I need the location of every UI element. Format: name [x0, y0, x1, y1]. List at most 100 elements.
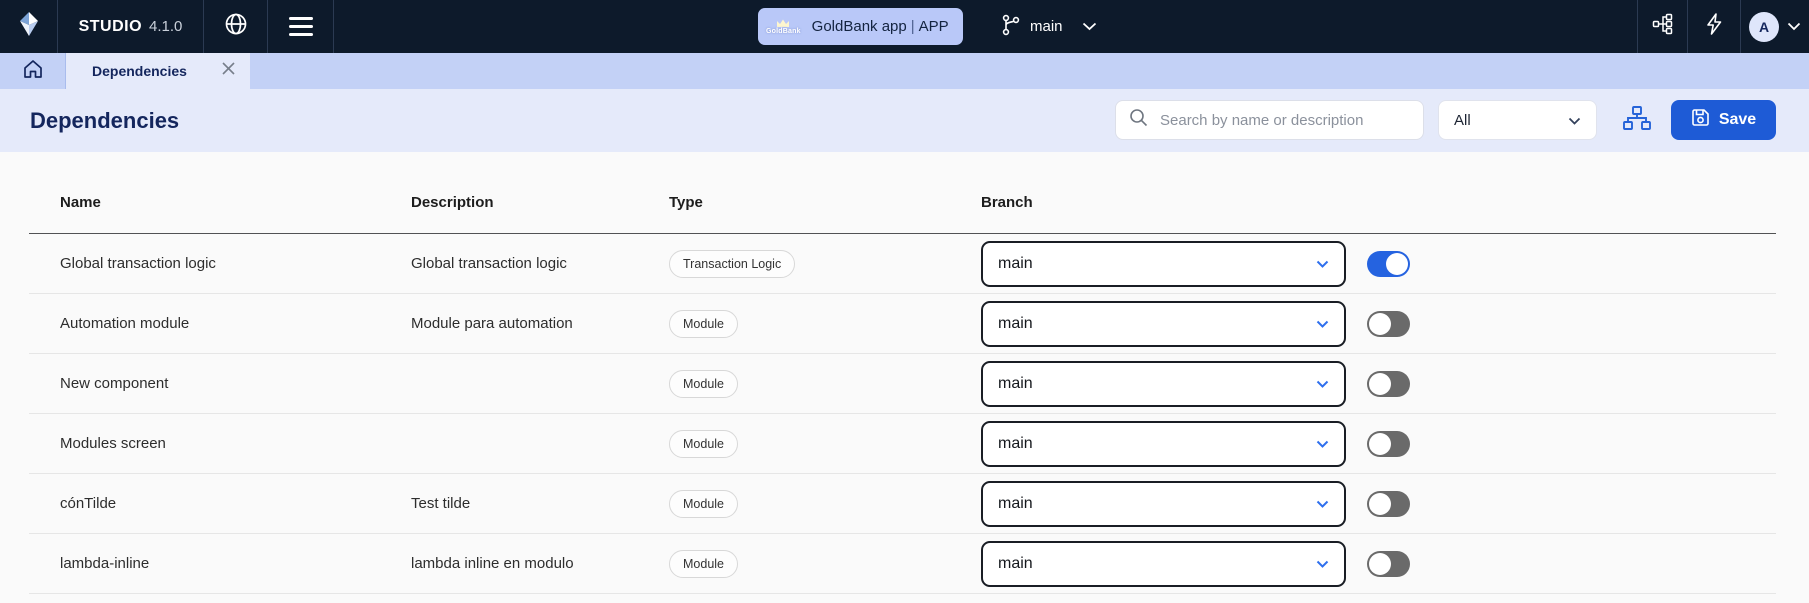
branch-dropdown[interactable]: main	[981, 421, 1346, 467]
home-tab[interactable]	[0, 53, 66, 89]
branch-dropdown[interactable]: main	[981, 481, 1346, 527]
branch-selector[interactable]: main	[1001, 0, 1097, 53]
toggle-knob	[1386, 253, 1408, 275]
dependency-name: lambda-inline	[29, 555, 411, 572]
table-body: Global transaction logic Global transact…	[29, 234, 1776, 594]
toggle-knob	[1369, 553, 1391, 575]
branch-selected-value: main	[998, 495, 1033, 513]
git-branch-icon	[1001, 14, 1021, 40]
column-header-type: Type	[669, 194, 981, 211]
enabled-toggle[interactable]	[1367, 251, 1410, 277]
product-version: 4.1.0	[149, 18, 182, 35]
search-input[interactable]	[1158, 111, 1410, 130]
chevron-down-icon	[1316, 555, 1329, 573]
toggle-knob	[1369, 313, 1391, 335]
branch-dropdown[interactable]: main	[981, 361, 1346, 407]
tab-dependencies[interactable]: Dependencies	[66, 53, 250, 89]
branch-selected-value: main	[998, 435, 1033, 453]
tab-label: Dependencies	[92, 63, 221, 79]
branch-dropdown[interactable]: main	[981, 241, 1346, 287]
dependencies-panel: Name Description Type Branch Global tran…	[0, 152, 1809, 603]
dependency-name: Automation module	[29, 315, 411, 332]
lightning-bolt-icon	[1704, 12, 1724, 41]
branch-dropdown[interactable]: main	[981, 301, 1346, 347]
dependency-name: New component	[29, 375, 411, 392]
chevron-down-icon	[1316, 375, 1329, 393]
goldbank-logo: GoldBank	[766, 19, 801, 35]
branch-selected-value: main	[998, 375, 1033, 393]
chevron-down-icon	[1316, 435, 1329, 453]
current-app-badge[interactable]: GoldBank GoldBank app|APP	[758, 8, 963, 45]
table-row: New component Module main	[29, 354, 1776, 414]
branch-selected-value: main	[998, 255, 1033, 273]
page-toolbar: Dependencies All	[0, 89, 1809, 152]
brand-logo	[0, 0, 58, 53]
table-row: Global transaction logic Global transact…	[29, 234, 1776, 294]
enabled-toggle[interactable]	[1367, 311, 1410, 337]
save-label: Save	[1719, 111, 1756, 129]
chevron-down-icon	[1787, 18, 1801, 36]
enabled-toggle[interactable]	[1367, 431, 1410, 457]
table-header-row: Name Description Type Branch	[29, 152, 1776, 234]
main-menu-button[interactable]	[268, 0, 334, 53]
column-header-description: Description	[411, 194, 669, 211]
branch-selected-value: main	[998, 555, 1033, 573]
dependency-description: Test tilde	[411, 495, 669, 512]
table-row: cónTilde Test tilde Module main	[29, 474, 1776, 534]
type-badge: Module	[669, 370, 738, 398]
enabled-toggle[interactable]	[1367, 551, 1410, 577]
toggle-knob	[1369, 493, 1391, 515]
branch-selected-value: main	[998, 315, 1033, 333]
column-header-name: Name	[29, 194, 411, 211]
enabled-toggle[interactable]	[1367, 371, 1410, 397]
tab-bar: Dependencies	[0, 53, 1809, 89]
chevron-down-icon	[1316, 255, 1329, 273]
table-row: lambda-inline lambda inline en modulo Mo…	[29, 534, 1776, 594]
type-badge: Transaction Logic	[669, 250, 795, 278]
user-menu[interactable]: A	[1740, 0, 1809, 53]
hamburger-icon	[289, 17, 313, 36]
type-badge: Module	[669, 430, 738, 458]
dependency-name: cónTilde	[29, 495, 411, 512]
dependencies-table: Name Description Type Branch Global tran…	[29, 152, 1776, 594]
filter-selected-value: All	[1454, 112, 1471, 129]
toggle-knob	[1369, 373, 1391, 395]
save-button[interactable]: Save	[1671, 100, 1776, 140]
product-name: STUDIO	[79, 18, 142, 36]
sitemap-icon	[1622, 105, 1652, 136]
avatar: A	[1749, 12, 1779, 42]
dependency-name: Global transaction logic	[29, 255, 411, 272]
page-title: Dependencies	[30, 108, 179, 134]
chevron-down-icon	[1568, 112, 1581, 129]
top-navbar: STUDIO 4.1.0 GoldBank GoldBank app|APP	[0, 0, 1809, 53]
search-box[interactable]	[1115, 100, 1424, 140]
floppy-disk-icon	[1691, 108, 1710, 132]
dependency-tree-button[interactable]	[1618, 102, 1656, 138]
table-row: Automation module Module para automation…	[29, 294, 1776, 354]
home-icon	[22, 58, 44, 85]
search-icon	[1129, 108, 1148, 132]
table-row: Modules screen Module main	[29, 414, 1776, 474]
type-badge: Module	[669, 490, 738, 518]
quick-actions-button[interactable]	[1687, 0, 1740, 53]
type-badge: Module	[669, 550, 738, 578]
globe-icon	[224, 12, 248, 41]
dependency-description: Global transaction logic	[411, 255, 669, 272]
chevron-down-icon	[1082, 22, 1097, 31]
type-badge: Module	[669, 310, 738, 338]
type-filter-dropdown[interactable]: All	[1438, 100, 1597, 140]
app-name-label: GoldBank app|APP	[812, 18, 949, 35]
toggle-knob	[1369, 433, 1391, 455]
column-header-branch: Branch	[981, 194, 1346, 211]
chevron-down-icon	[1316, 315, 1329, 333]
chevron-down-icon	[1316, 495, 1329, 513]
close-icon[interactable]	[221, 61, 236, 81]
environments-button[interactable]	[1637, 0, 1687, 53]
branch-name-label: main	[1030, 18, 1063, 35]
language-button[interactable]	[204, 0, 268, 53]
dependency-description: lambda inline en modulo	[411, 555, 669, 572]
branch-dropdown[interactable]: main	[981, 541, 1346, 587]
dependency-name: Modules screen	[29, 435, 411, 452]
dependency-description: Module para automation	[411, 315, 669, 332]
enabled-toggle[interactable]	[1367, 491, 1410, 517]
